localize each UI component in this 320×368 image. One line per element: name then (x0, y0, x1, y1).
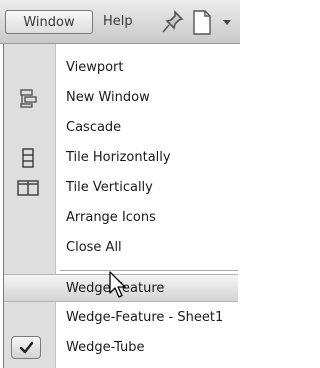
menu-item-label: Tile Vertically (66, 180, 153, 195)
menu-item-tile-horizontally[interactable]: Tile Horizontally (4, 144, 238, 172)
menu-item-label: Wedge-Tube (66, 340, 145, 355)
menu-item-cascade[interactable]: Cascade (4, 114, 238, 142)
menu-help[interactable]: Help (103, 10, 133, 34)
menu-item-label: Wedge-Feature (66, 281, 165, 296)
new-window-icon (20, 89, 37, 108)
checkmark-icon (19, 341, 34, 354)
menu-item-label: Wedge-Feature - Sheet1 (66, 310, 224, 325)
menu-item-arrange-icons[interactable]: Arrange Icons (4, 204, 238, 232)
new-document-icon[interactable] (191, 7, 213, 37)
menu-item-label: Arrange Icons (66, 210, 156, 225)
menu-item-open-window[interactable]: Wedge-Feature - Sheet1 (4, 304, 238, 332)
menu-item-label: Viewport (66, 60, 124, 75)
checkmark-box (11, 336, 41, 359)
menu-item-viewport[interactable]: Viewport (4, 54, 238, 82)
menu-item-close-all[interactable]: Close All (4, 234, 238, 262)
menu-bar: Window Help (0, 0, 240, 44)
menu-item-open-window[interactable]: Wedge-Tube (4, 334, 238, 362)
pushpin-icon[interactable] (160, 7, 186, 37)
menu-item-tile-vertically[interactable]: Tile Vertically (4, 174, 238, 202)
menu-item-label: New Window (66, 90, 150, 105)
window-menu-dropdown: Viewport New Window Cascade Tile Horizon… (3, 44, 238, 368)
tile-vertically-icon (17, 180, 39, 196)
menu-item-label: Cascade (66, 120, 122, 135)
menu-item-new-window[interactable]: New Window (4, 84, 238, 112)
tile-horizontally-icon (22, 148, 34, 168)
menu-item-label: Tile Horizontally (66, 150, 171, 165)
menu-item-open-window[interactable]: Wedge-Feature (4, 274, 238, 302)
menu-window[interactable]: Window (5, 10, 93, 34)
menu-separator (60, 270, 238, 271)
dropdown-arrow-icon[interactable] (222, 18, 232, 26)
menu-item-label: Close All (66, 240, 122, 255)
